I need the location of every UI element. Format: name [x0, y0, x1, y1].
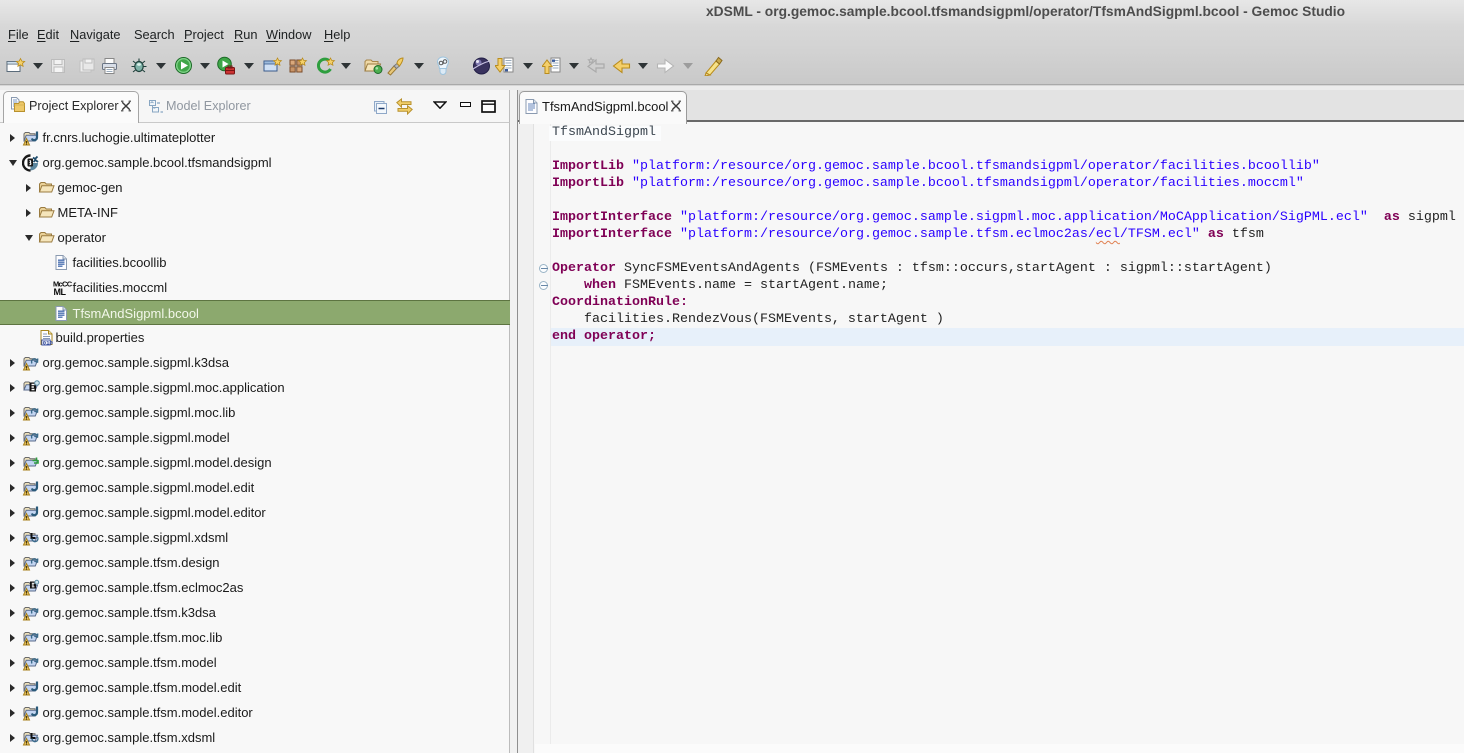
svg-text:010: 010 [43, 339, 54, 346]
svg-text:ML: ML [54, 287, 67, 297]
